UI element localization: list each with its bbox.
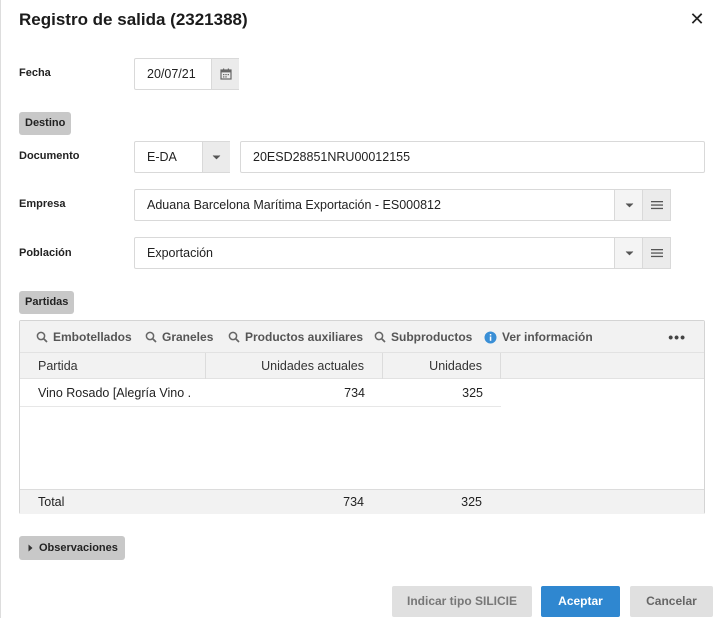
poblacion-label: Población [19,247,72,259]
cancelar-button[interactable]: Cancelar [630,586,713,617]
column-header-unidades[interactable]: Unidades [383,353,501,379]
toolbar-productos-auxiliares[interactable]: Productos auxiliares [228,321,363,353]
grid-footer-totals: Total 734 325 [20,489,704,514]
empresa-value: Aduana Barcelona Marítima Exportación - … [147,198,441,212]
chevron-down-icon[interactable] [614,189,643,221]
registro-salida-dialog: Registro de salida (2321388) ✕ Fecha 20/… [0,0,715,618]
toolbar-ver-informacion-label: Ver información [502,330,593,344]
list-menu-icon[interactable] [642,237,671,269]
observaciones-toggle[interactable]: Observaciones [19,536,125,560]
documento-number-input[interactable]: 20ESD28851NRU00012155 [240,141,705,173]
partidas-section-label: Partidas [19,291,75,314]
documento-number-value: 20ESD28851NRU00012155 [253,150,411,164]
toolbar-ver-informacion[interactable]: Ver información [484,321,593,353]
total-unidades: 325 [461,495,482,509]
indicar-tipo-silicie-button[interactable]: Indicar tipo SILICIE [392,586,532,617]
cell-unidades[interactable]: 325 [383,379,483,407]
poblacion-select[interactable]: Exportación [134,237,671,269]
fecha-label: Fecha [19,67,51,79]
partidas-grid: Embotellados Graneles Productos auxiliar… [19,320,705,514]
toolbar-subproductos-label: Subproductos [391,330,473,344]
fecha-value: 20/07/21 [147,67,196,81]
total-unidades-actuales: 734 [343,495,364,509]
documento-label: Documento [19,150,80,162]
toolbar-embotellados-label: Embotellados [53,330,132,344]
chevron-down-icon[interactable] [202,141,230,173]
cell-partida: Vino Rosado [Alegría Vino ... [38,386,190,400]
calendar-icon[interactable] [211,58,239,90]
search-icon [36,331,48,343]
grid-header: Partida Unidades actuales Unidades [20,353,704,379]
search-icon [228,331,240,343]
list-menu-icon[interactable] [642,189,671,221]
destino-section-label: Destino [19,112,72,135]
dialog-title: Registro de salida (2321388) [19,10,248,29]
empresa-select[interactable]: Aduana Barcelona Marítima Exportación - … [134,189,671,221]
info-icon [484,331,497,343]
aceptar-button[interactable]: Aceptar [541,586,620,617]
toolbar-subproductos[interactable]: Subproductos [374,321,472,353]
toolbar-embotellados[interactable]: Embotellados [36,321,132,353]
documento-type-select[interactable]: E-DA [134,141,230,173]
chevron-down-icon[interactable] [614,237,643,269]
documento-type-value: E-DA [147,150,177,164]
search-icon [145,331,157,343]
column-header-partida[interactable]: Partida [20,353,206,379]
grid-toolbar: Embotellados Graneles Productos auxiliar… [20,321,704,353]
toolbar-graneles[interactable]: Graneles [145,321,213,353]
empresa-label: Empresa [19,198,66,210]
toolbar-graneles-label: Graneles [162,330,214,344]
more-options-icon[interactable]: ••• [668,321,686,353]
observaciones-label: Observaciones [39,542,118,554]
poblacion-value: Exportación [147,246,214,260]
column-header-unidades-actuales[interactable]: Unidades actuales [206,353,383,379]
cell-unidades-actuales: 734 [344,386,365,400]
table-row[interactable]: Vino Rosado [Alegría Vino ... 734 325 [20,379,501,407]
search-icon [374,331,386,343]
fecha-field[interactable]: 20/07/21 [134,58,239,90]
toolbar-productos-auxiliares-label: Productos auxiliares [245,330,364,344]
total-label: Total [38,495,65,509]
close-icon[interactable]: ✕ [687,9,707,29]
caret-right-icon [28,544,33,552]
